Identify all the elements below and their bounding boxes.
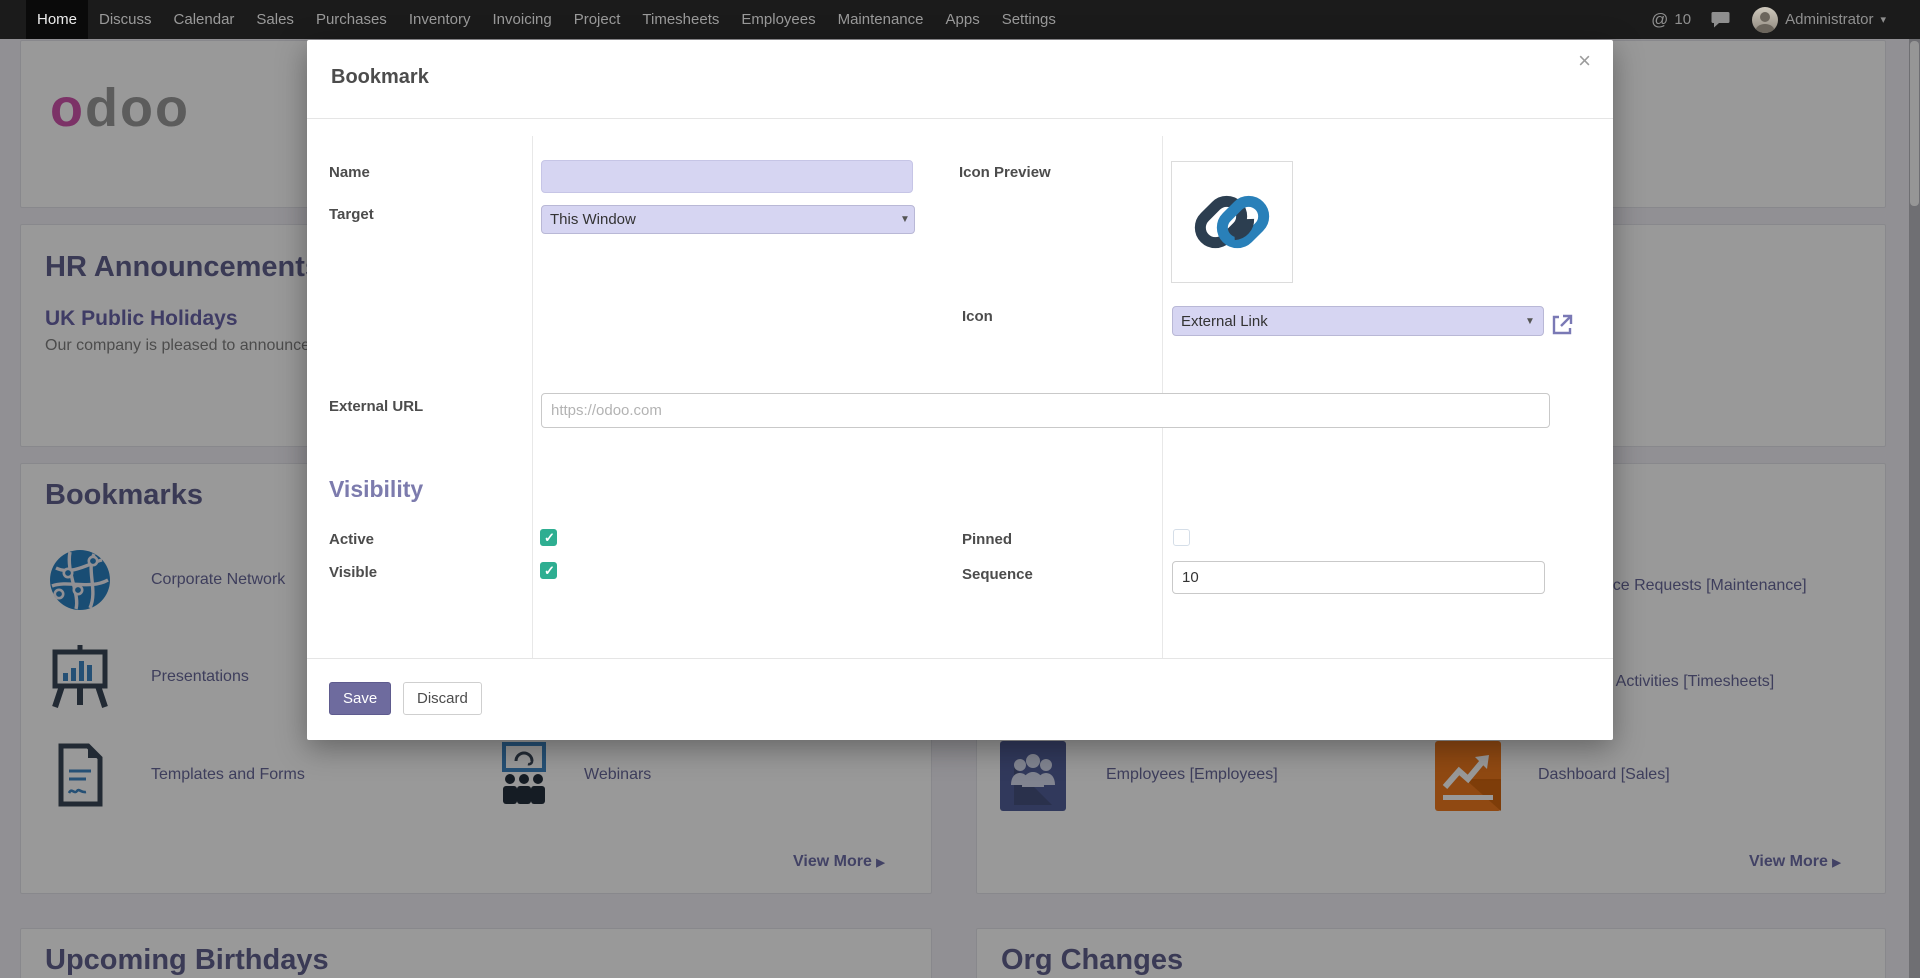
at-icon: @ bbox=[1651, 10, 1668, 30]
sequence-label: Sequence bbox=[962, 566, 1033, 583]
activities-menu[interactable]: @ 10 bbox=[1651, 10, 1691, 30]
nav-item-project[interactable]: Project bbox=[563, 0, 632, 39]
messages-icon[interactable] bbox=[1711, 11, 1732, 29]
nav-item-calendar[interactable]: Calendar bbox=[163, 0, 246, 39]
target-select[interactable]: This Window bbox=[541, 205, 915, 234]
target-label: Target bbox=[329, 206, 374, 223]
pinned-label: Pinned bbox=[962, 531, 1012, 548]
user-menu[interactable]: Administrator ▾ bbox=[1752, 7, 1886, 33]
bookmark-dialog: Bookmark × Name Target This Window ▼ Ico… bbox=[307, 40, 1613, 740]
footer-divider bbox=[307, 658, 1613, 659]
nav-item-discuss[interactable]: Discuss bbox=[88, 0, 163, 39]
icon-preview-label: Icon Preview bbox=[959, 164, 1051, 181]
visible-checkbox[interactable] bbox=[540, 562, 557, 579]
nav-item-sales[interactable]: Sales bbox=[245, 0, 305, 39]
chevron-down-icon: ▾ bbox=[1880, 13, 1886, 26]
visibility-section-title: Visibility bbox=[329, 476, 423, 503]
dialog-title: Bookmark bbox=[331, 66, 429, 89]
form-divider bbox=[532, 136, 533, 658]
nav-item-invoicing[interactable]: Invoicing bbox=[482, 0, 563, 39]
name-input[interactable] bbox=[541, 160, 913, 193]
dialog-header: Bookmark × bbox=[307, 40, 1613, 119]
nav-item-inventory[interactable]: Inventory bbox=[398, 0, 482, 39]
chain-link-icon bbox=[1184, 174, 1280, 270]
external-link-icon[interactable] bbox=[1550, 312, 1574, 336]
visible-label: Visible bbox=[329, 564, 377, 581]
nav-item-home[interactable]: Home bbox=[26, 0, 88, 39]
nav-item-employees[interactable]: Employees bbox=[730, 0, 826, 39]
top-navbar: Home Discuss Calendar Sales Purchases In… bbox=[0, 0, 1920, 39]
main-menu: Home Discuss Calendar Sales Purchases In… bbox=[26, 0, 1067, 39]
discard-button[interactable]: Discard bbox=[403, 682, 482, 715]
external-url-input[interactable] bbox=[541, 393, 1550, 428]
name-label: Name bbox=[329, 164, 370, 181]
icon-label: Icon bbox=[962, 308, 993, 325]
pinned-checkbox[interactable] bbox=[1173, 529, 1190, 546]
avatar bbox=[1752, 7, 1778, 33]
nav-item-maintenance[interactable]: Maintenance bbox=[827, 0, 935, 39]
nav-item-timesheets[interactable]: Timesheets bbox=[631, 0, 730, 39]
save-button[interactable]: Save bbox=[329, 682, 391, 715]
external-url-label: External URL bbox=[329, 398, 423, 415]
icon-preview-image bbox=[1171, 161, 1293, 283]
icon-select[interactable]: External Link bbox=[1172, 306, 1544, 336]
nav-item-purchases[interactable]: Purchases bbox=[305, 0, 398, 39]
active-label: Active bbox=[329, 531, 374, 548]
sequence-input[interactable] bbox=[1172, 561, 1545, 594]
close-icon[interactable]: × bbox=[1578, 50, 1591, 72]
activity-count: 10 bbox=[1674, 11, 1691, 28]
active-checkbox[interactable] bbox=[540, 529, 557, 546]
user-name: Administrator bbox=[1785, 11, 1873, 28]
nav-item-settings[interactable]: Settings bbox=[991, 0, 1067, 39]
nav-item-apps[interactable]: Apps bbox=[935, 0, 991, 39]
